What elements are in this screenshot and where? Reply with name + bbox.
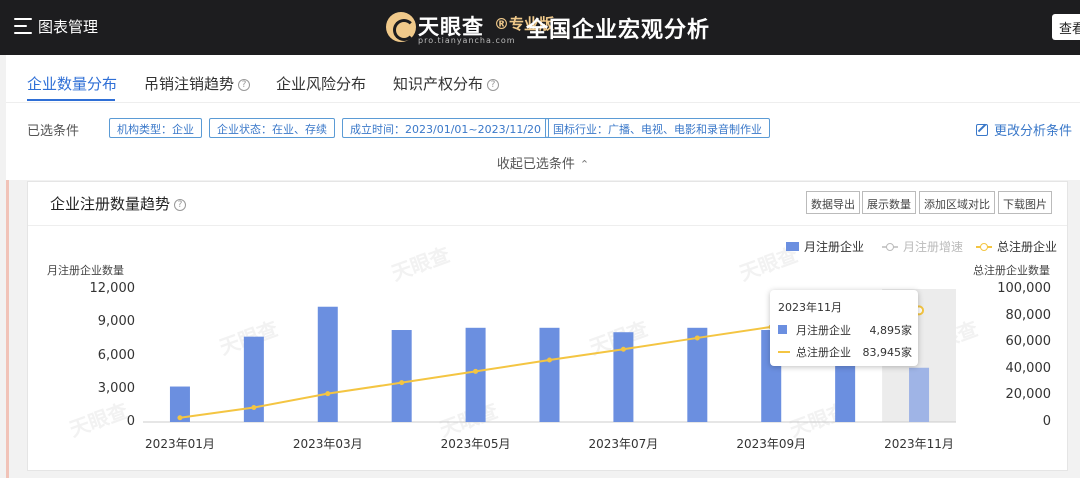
y-tick-right: 60,000 — [1005, 334, 1052, 350]
tooltip-swatch — [778, 325, 787, 334]
chart-card: 企业注册数量趋势? 数据导出 展示数量 添加区域对比 下载图片 天眼查 天眼查 … — [27, 181, 1068, 471]
tooltip-row-monthly: 月注册企业 4,895家 — [778, 322, 912, 338]
total-point-5 — [473, 368, 479, 374]
menu-icon[interactable] — [14, 18, 32, 34]
tianyancha-logo-icon — [386, 12, 416, 42]
help-icon[interactable]: ? — [487, 79, 500, 91]
bar-6 — [539, 327, 560, 422]
bar-4 — [391, 330, 412, 422]
y-tick-left: 3,000 — [97, 380, 135, 396]
x-tick: 2023年09月 — [736, 437, 807, 451]
top-bar: 图表管理 天眼查 ®专业版 pro.tianyancha.com 全国企业宏观分… — [0, 0, 1080, 55]
condition-tag[interactable]: 机构类型：企业 — [109, 118, 202, 138]
y-tick-left: 0 — [126, 414, 135, 429]
edit-conditions-button[interactable]: 更改分析条件 — [976, 120, 1072, 139]
collapse-conditions-button[interactable]: 收起已选条件 ⌃ — [6, 153, 1080, 172]
x-tick: 2023年03月 — [292, 437, 363, 451]
y-tick-right: 80,000 — [1005, 307, 1052, 323]
tooltip-row-total: 总注册企业 83,945家 — [778, 344, 912, 360]
view-button[interactable]: 查看 — [1052, 14, 1080, 40]
breadcrumb[interactable]: 图表管理 — [38, 16, 98, 37]
tooltip-value: 83,945家 — [862, 346, 913, 359]
chevron-up-icon: ⌃ — [579, 158, 590, 171]
tooltip-value: 4,895家 — [869, 324, 913, 337]
active-tab-indicator — [27, 99, 115, 101]
total-point-7 — [620, 346, 626, 352]
tab-ip-distribution[interactable]: 知识产权分布? — [393, 73, 500, 94]
total-point-3 — [325, 391, 331, 397]
bar-7 — [613, 332, 634, 422]
condition-tag[interactable]: 企业状态：在业、存续 — [209, 118, 335, 138]
total-point-1 — [177, 415, 183, 421]
brand: 天眼查 ®专业版 pro.tianyancha.com 全国企业宏观分析 — [386, 8, 726, 48]
side-accent — [6, 180, 9, 478]
y-tick-right: 0 — [1042, 414, 1051, 429]
condition-tag[interactable]: 成立时间：2023/01/01~2023/11/20 — [342, 118, 550, 138]
total-point-4 — [399, 380, 405, 386]
y-tick-left: 9,000 — [97, 314, 135, 330]
y-tick-right: 20,000 — [1005, 387, 1052, 403]
x-tick: 2023年11月 — [884, 437, 954, 451]
x-tick: 2023年01月 — [145, 437, 215, 451]
y-tick-left: 6,000 — [97, 347, 135, 363]
divider — [6, 102, 1080, 103]
edit-icon — [976, 124, 988, 136]
x-tick: 2023年05月 — [440, 437, 511, 451]
tooltip-title: 2023年11月 — [778, 301, 842, 314]
x-tick: 2023年07月 — [588, 437, 659, 451]
tab-enterprise-risk[interactable]: 企业风险分布 — [276, 73, 366, 94]
chart-tooltip: 2023年11月 月注册企业 4,895家 总注册企业 83,945家 — [770, 290, 918, 366]
condition-tag[interactable]: 国标行业：广播、电视、电影和录音制作业 — [545, 118, 770, 138]
bar-8 — [687, 327, 708, 422]
y-tick-right: 100,000 — [997, 281, 1051, 296]
total-point-6 — [547, 357, 552, 363]
bar-11 — [909, 367, 930, 422]
total-point-8 — [694, 335, 700, 341]
tooltip-swatch — [778, 351, 790, 353]
bar-3 — [317, 306, 338, 422]
conditions-label: 已选条件 — [27, 124, 80, 139]
tab-enterprise-count[interactable]: 企业数量分布 — [27, 73, 117, 94]
total-point-2 — [251, 405, 257, 411]
filter-panel: 企业数量分布 吊销注销趋势? 企业风险分布 知识产权分布? 已选条件 机构类型：… — [6, 55, 1080, 180]
y-tick-left: 12,000 — [89, 281, 136, 296]
bar-5 — [465, 327, 486, 422]
tab-revoke-cancel-trend[interactable]: 吊销注销趋势? — [144, 73, 251, 94]
page-title: 全国企业宏观分析 — [526, 18, 711, 43]
help-icon[interactable]: ? — [238, 79, 251, 91]
brand-url: pro.tianyancha.com — [418, 36, 516, 45]
y-tick-right: 40,000 — [1005, 360, 1052, 376]
